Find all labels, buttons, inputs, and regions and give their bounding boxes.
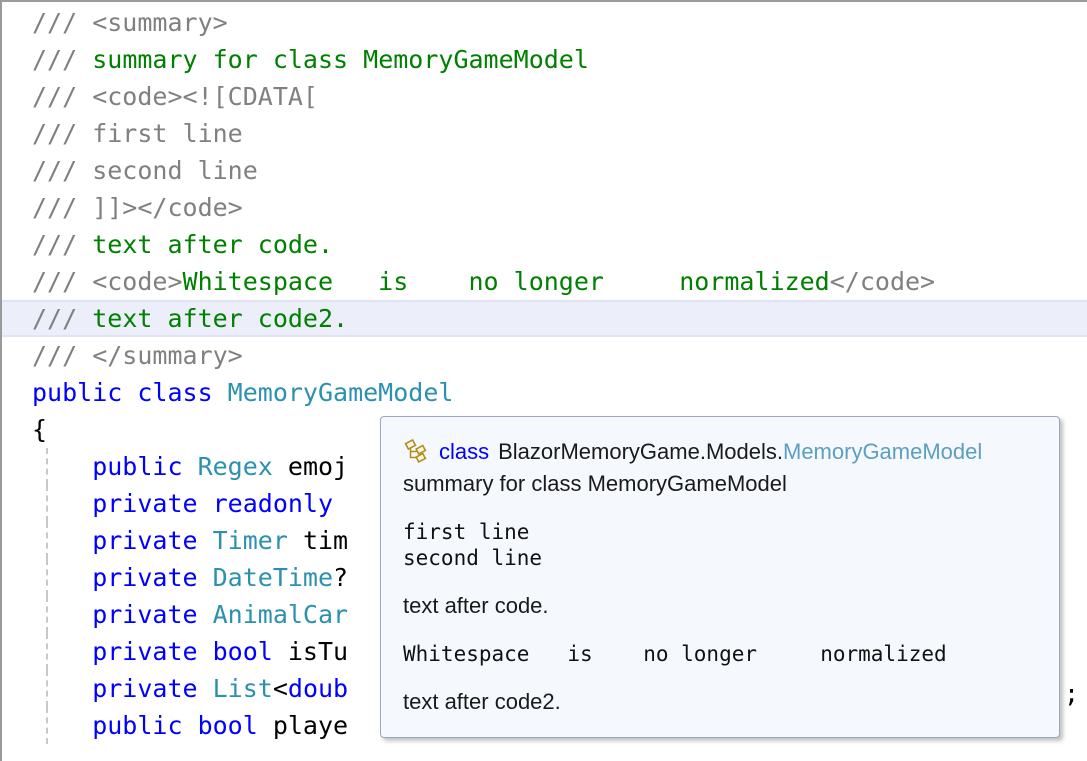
line-field-player-token-1: playe (272, 711, 349, 740)
line-whitespace-code-token-1: Whitespace is no longer normalized (182, 267, 830, 296)
line-field-list-token-0: private (32, 674, 213, 703)
line-field-player-token-0: public bool (32, 711, 273, 740)
line-field-emoji-token-1: Regex (197, 452, 288, 481)
tooltip-code-block-1: first line second line (403, 520, 543, 570)
line-field-readonly-token-0: private readonly (32, 489, 349, 518)
line-field-list-token-3: doub (287, 674, 349, 703)
line-field-emoji-token-0: public (32, 452, 198, 481)
line-field-timer-token-2: tim (302, 526, 349, 555)
line-field-timer-token-1: Timer (212, 526, 303, 555)
line-second-line-token-0: /// second line (32, 156, 258, 185)
tooltip-spacer-4 (403, 667, 1043, 687)
line-open-brace-token-0: { (32, 415, 48, 444)
tooltip-spacer-1 (403, 499, 1043, 519)
line-first-line[interactable]: /// first line (2, 115, 1087, 152)
line-text-after-code-token-1: text after code. (92, 230, 334, 259)
line-first-line-token-0: /// first line (32, 119, 243, 148)
line-whitespace-code[interactable]: /// <code>Whitespace is no longer normal… (2, 263, 1087, 300)
tooltip-code-block-2: Whitespace is no longer normalized (403, 642, 947, 666)
code-editor-window: /// <summary> /// summary for class Memor… (0, 0, 1087, 761)
line-cdata-close-token-0: /// ]]></code> (32, 193, 243, 222)
trailing-semicolon: ; (1064, 679, 1080, 708)
line-summary-text[interactable]: /// summary for class MemoryGameModel (2, 41, 1087, 78)
class-icon (403, 438, 429, 465)
line-text-after-code[interactable]: /// text after code. (2, 226, 1087, 263)
line-field-emoji-token-2: emoj (287, 452, 349, 481)
line-code-cdata-open[interactable]: /// <code><![CDATA[ (2, 78, 1087, 115)
line-code-cdata-open-token-0: /// <code><![CDATA[ (32, 82, 318, 111)
tooltip-paragraph-1: text after code. (403, 593, 549, 618)
line-summary-text-token-0: /// (32, 45, 93, 74)
line-summary-open-token-0: /// <summary> (32, 8, 228, 37)
line-field-datetime-token-0: private (32, 563, 213, 592)
line-summary-open[interactable]: /// <summary> (2, 4, 1087, 41)
line-field-list-token-2: < (272, 674, 288, 703)
line-field-isturn-token-0: private bool (32, 637, 288, 666)
line-class-decl-token-1: MemoryGameModel (227, 378, 454, 407)
line-field-timer-token-0: private (32, 526, 213, 555)
line-second-line[interactable]: /// second line (2, 152, 1087, 189)
line-cdata-close[interactable]: /// ]]></code> (2, 189, 1087, 226)
line-field-list-token-1: List (212, 674, 273, 703)
line-field-animalcard-token-1: AnimalCar (212, 600, 349, 629)
line-field-isturn-token-1: isTu (287, 637, 349, 666)
tooltip-summary: summary for class MemoryGameModel (403, 471, 787, 496)
line-text-after-code-token-0: /// (32, 230, 93, 259)
line-field-datetime-token-1: DateTime (212, 563, 334, 592)
line-summary-text-token-1: summary for class MemoryGameModel (92, 45, 589, 74)
tooltip-paragraph-2: text after code2. (403, 689, 561, 714)
tooltip-class-name: MemoryGameModel (783, 439, 983, 464)
tooltip-spacer-3 (403, 621, 1043, 641)
line-class-decl-token-0: public class (32, 378, 228, 407)
line-text-after-code2-token-0: /// (32, 304, 93, 333)
line-text-after-code2-token-1: text after code2. (92, 304, 349, 333)
tooltip-header: class BlazorMemoryGame.Models. MemoryGam… (403, 437, 1043, 467)
line-whitespace-code-token-0: /// <code> (32, 267, 183, 296)
line-whitespace-code-token-2: </code> (829, 267, 936, 296)
line-class-decl[interactable]: public class MemoryGameModel (2, 374, 1087, 411)
line-text-after-code2[interactable]: /// text after code2. (2, 300, 1087, 337)
line-field-animalcard-token-0: private (32, 600, 213, 629)
line-summary-close-token-0: /// </summary> (32, 341, 243, 370)
quick-info-tooltip: class BlazorMemoryGame.Models. MemoryGam… (380, 416, 1060, 738)
tooltip-namespace: BlazorMemoryGame.Models. (498, 439, 783, 464)
tooltip-keyword: class (439, 439, 490, 464)
tooltip-spacer-2 (403, 571, 1043, 591)
line-summary-close[interactable]: /// </summary> (2, 337, 1087, 374)
line-field-datetime-token-2: ? (333, 563, 349, 592)
